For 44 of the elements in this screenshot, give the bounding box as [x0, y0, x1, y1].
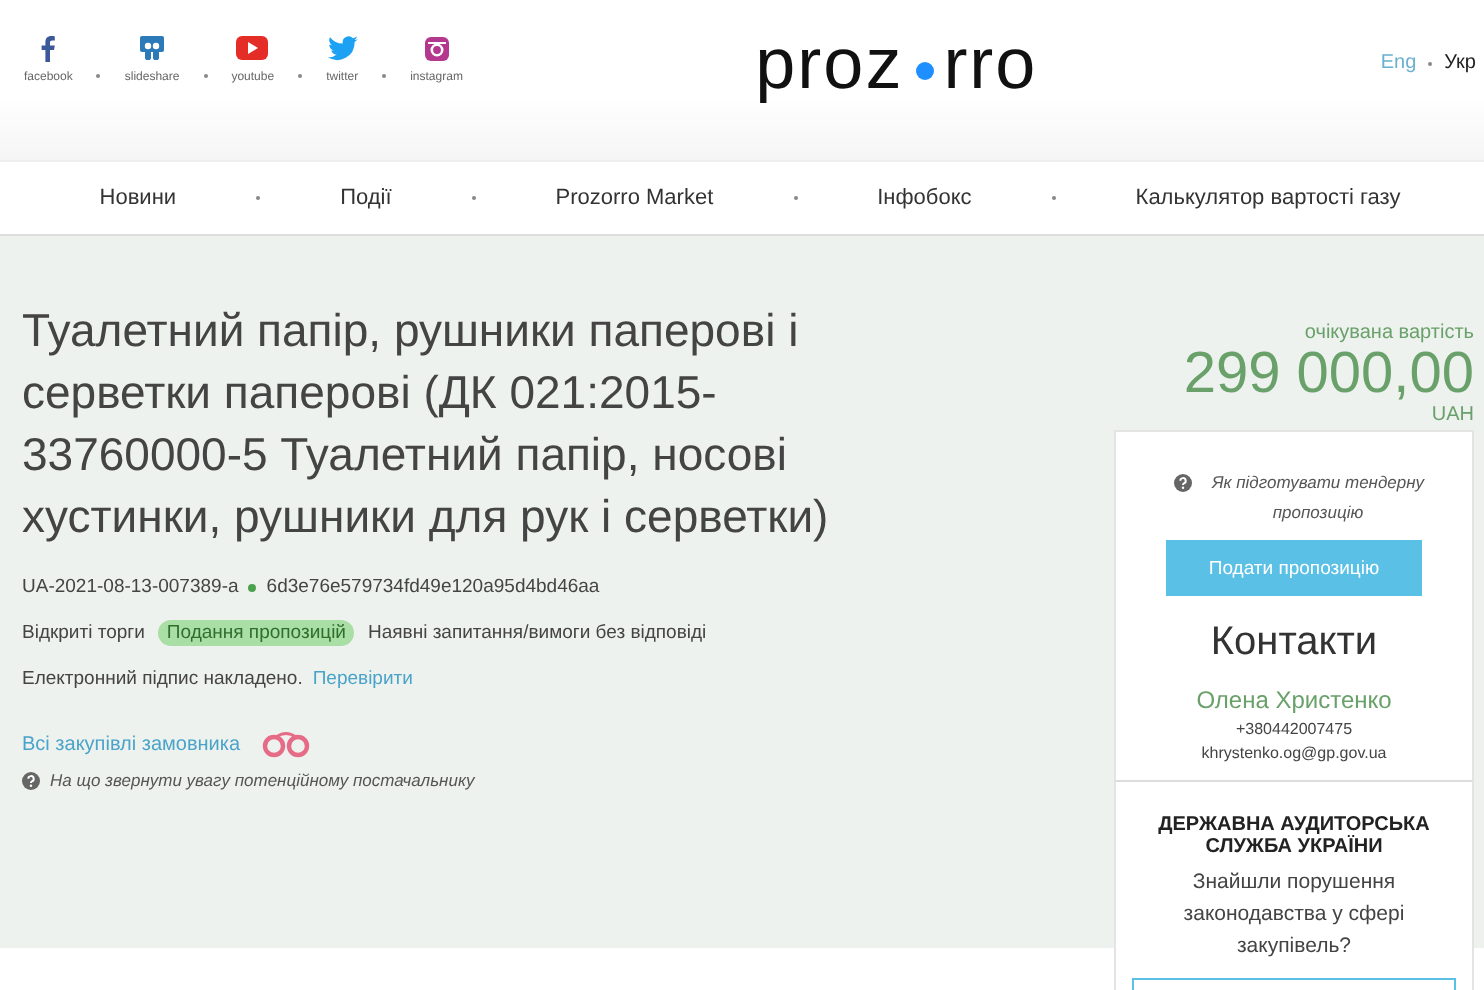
price-amount: 299 000,00	[1181, 344, 1474, 404]
signature-text: Електронний підпис накладено.	[22, 668, 303, 690]
youtube-icon[interactable]	[236, 32, 269, 64]
nav-link[interactable]: Інфобокс	[877, 186, 972, 210]
logo-text: rro	[943, 20, 1038, 108]
nav-link[interactable]: Події	[340, 186, 392, 210]
dot-icon	[915, 61, 934, 79]
logo-text: proz	[755, 20, 904, 108]
questions-status: Наявні запитання/вимоги без відповіді	[367, 622, 707, 644]
audit-title: ДЕРЖАВНА АУДИТОРСЬКА СЛУЖБА УКРАЇНИ	[1156, 814, 1432, 858]
contact-phone: +380442007475	[1235, 720, 1353, 738]
guide-link[interactable]: Як підготувати тендерну пропозицію	[1202, 468, 1434, 528]
separator-dot	[298, 74, 303, 78]
contacts-title: Контакти	[1210, 620, 1378, 666]
nav-link[interactable]: Новини	[99, 186, 177, 210]
currency-label: UAH	[1429, 404, 1474, 426]
separator-dot	[793, 196, 798, 200]
separator-dot	[471, 196, 476, 200]
supplier-tips-link[interactable]: На що звернути увагу потенційному постачальнику	[50, 770, 475, 790]
audit-text: Знайшли порушення законодавства у сфері закупівель?	[1181, 868, 1407, 962]
instagram-icon[interactable]	[423, 32, 450, 64]
help-icon	[1174, 474, 1192, 492]
separator-dot	[203, 74, 208, 78]
bullet-dot	[248, 583, 257, 591]
separator-dot	[382, 74, 387, 78]
language-link[interactable]: Укр	[1444, 52, 1476, 74]
slideshare-icon[interactable]	[138, 32, 167, 64]
nav-link[interactable]: Prozorro Market	[555, 186, 714, 210]
separator-dot	[96, 74, 101, 78]
contact-name: Олена Христенко	[1196, 686, 1392, 714]
status-badge: Подання пропозицій	[158, 620, 354, 646]
nav-link[interactable]: Калькулятор вартості газу	[1135, 186, 1401, 210]
separator-dot	[1428, 61, 1433, 65]
tender-hash: 6d3e76e579734fd49e120a95d4bd46aa	[266, 576, 600, 598]
contact-email: khrystenko.og@gp.gov.ua	[1201, 744, 1387, 762]
help-icon	[22, 771, 40, 789]
handcuffs-icon	[260, 730, 313, 758]
twitter-icon[interactable]	[327, 32, 358, 64]
procedure-type: Відкриті торги	[22, 622, 145, 644]
separator-dot	[256, 196, 261, 200]
tender-id: UA-2021-08-13-007389-a	[22, 576, 239, 598]
price-label: очікувана вартість	[1302, 322, 1474, 344]
separator-dot	[1051, 196, 1056, 200]
tender-title: Туалетний папір, рушники паперові і серветки паперові (ДК 021:2015-33760000-5 Туалетний папір, носові хустинки, рушники для рук і серветки)	[22, 302, 831, 546]
